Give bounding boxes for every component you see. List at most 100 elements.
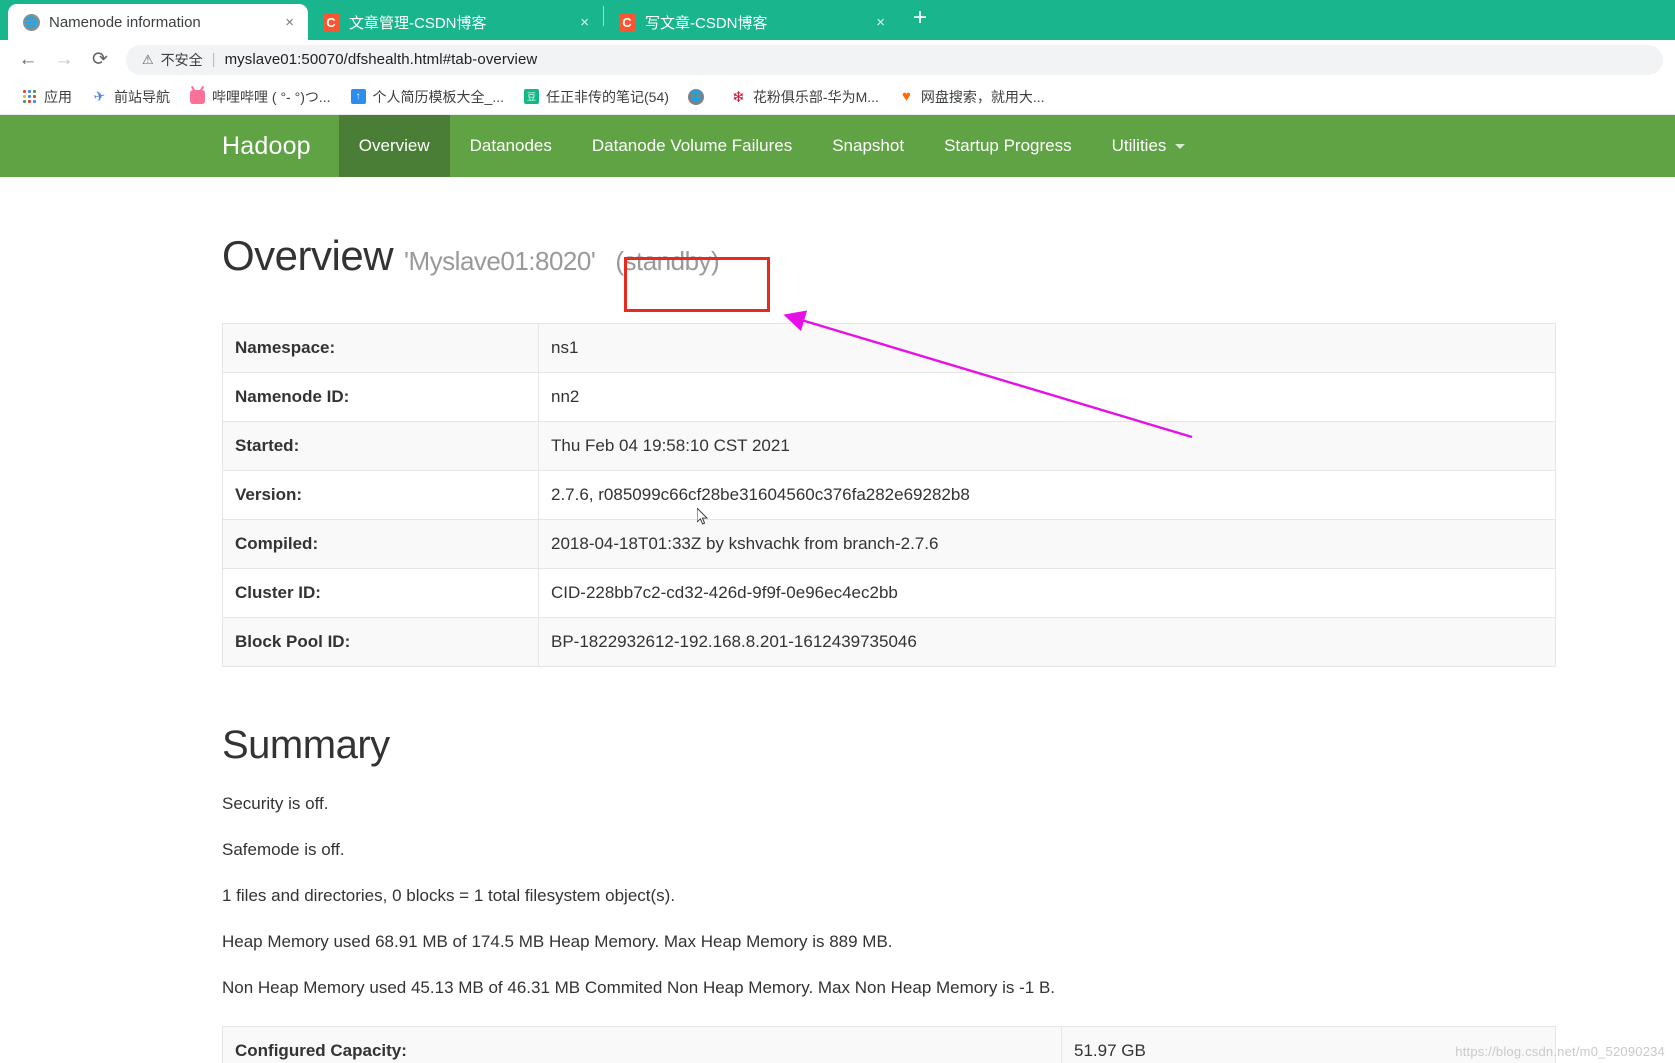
row-value: BP-1822932612-192.168.8.201-161243973504…	[538, 617, 1556, 667]
forward-icon[interactable]: →	[48, 44, 80, 76]
nav-tab-utilities[interactable]: Utilities	[1092, 115, 1206, 177]
table-row: Started: Thu Feb 04 19:58:10 CST 2021	[222, 421, 1556, 471]
nav-tab-startup-progress[interactable]: Startup Progress	[924, 115, 1092, 177]
globe-icon: 🌐	[688, 88, 705, 105]
summary-line: Safemode is off.	[222, 840, 345, 859]
douban-icon: 豆	[523, 88, 540, 105]
row-key: Version:	[222, 470, 539, 520]
nav-label: Overview	[358, 136, 430, 155]
bookmark-label: 网盘搜索，就用大...	[920, 88, 1045, 105]
bookmark-apps[interactable]: 应用	[14, 84, 79, 110]
hadoop-navbar: Hadoop Overview Datanodes Datanode Volum…	[0, 115, 1675, 177]
browser-tab-1[interactable]: C 文章管理-CSDN博客 ×	[308, 4, 603, 40]
huawei-icon: ❄	[732, 88, 745, 106]
back-icon[interactable]: ←	[12, 44, 44, 76]
bookmark-item-5[interactable]: 🌐	[681, 85, 718, 108]
csdn-icon: C	[618, 13, 636, 31]
overview-table: Namespace: ns1 Namenode ID: nn2 Started:…	[222, 323, 1556, 667]
warning-icon: ⚠	[142, 51, 154, 67]
globe-icon: 🌐	[22, 13, 40, 31]
reload-icon[interactable]: ⟳	[84, 44, 116, 76]
nav-tab-datanode-volume-failures[interactable]: Datanode Volume Failures	[572, 115, 812, 177]
bookmark-label: 哔哩哔哩 ( °- °)つ...	[212, 88, 331, 105]
row-value: 2.7.6, r085099c66cf28be31604560c376fa282…	[538, 470, 1556, 520]
status-badge: (standby)	[615, 246, 720, 276]
table-row: Compiled: 2018-04-18T01:33Z by kshvachk …	[222, 519, 1556, 569]
summary-line: Non Heap Memory used 45.13 MB of 46.31 M…	[222, 978, 1056, 997]
nav-tab-overview[interactable]: Overview	[338, 115, 450, 177]
bookmark-label: 任正非传的笔记(54)	[546, 88, 669, 105]
rocket-icon: ✈	[92, 87, 107, 105]
csdn-icon: C	[322, 13, 340, 31]
hadoop-brand[interactable]: Hadoop	[222, 115, 339, 177]
web-page: Hadoop Overview Datanodes Datanode Volum…	[0, 115, 1675, 1063]
bookmarks-bar: 应用 ✈ 前站导航 哔哩哔哩 ( °- °)つ... ↑ 个人简历模板大全_..…	[0, 79, 1675, 115]
security-status-label: 不安全	[160, 51, 203, 68]
page-content: Overview 'Myslave01:8020' (standby) Name…	[0, 232, 1675, 1063]
page-title: Overview 'Myslave01:8020' (standby)	[222, 232, 1453, 285]
nav-label: Datanode Volume Failures	[591, 136, 793, 155]
row-key: Namespace:	[222, 323, 539, 373]
bookmark-item-2[interactable]: 哔哩哔哩 ( °- °)つ...	[182, 84, 338, 110]
bookmark-item-6[interactable]: ❄ 花粉俱乐部-华为M...	[723, 84, 886, 110]
omnibox-separator: |	[211, 51, 216, 68]
nav-label: Snapshot	[832, 136, 905, 155]
bookmark-item-7[interactable]: ♥ 网盘搜索，就用大...	[891, 84, 1052, 110]
bookmark-item-3[interactable]: ↑ 个人简历模板大全_...	[343, 84, 511, 110]
page-title-text: Overview	[222, 232, 394, 279]
row-value: nn2	[538, 372, 1556, 422]
close-icon[interactable]: ×	[576, 15, 593, 30]
bookmark-item-1[interactable]: ✈ 前站导航	[84, 84, 177, 110]
browser-tab-0[interactable]: 🌐 Namenode information ×	[8, 4, 308, 40]
browser-tab-title: Namenode information	[49, 13, 201, 31]
address-bar[interactable]: ⚠ 不安全 | myslave01:50070/dfshealth.html#t…	[126, 44, 1663, 75]
bookmark-label: 个人简历模板大全_...	[372, 88, 504, 105]
browser-tab-2[interactable]: C 写文章-CSDN博客 ×	[604, 4, 899, 40]
new-tab-button[interactable]: +	[899, 6, 941, 34]
row-key: Configured Capacity:	[222, 1026, 1062, 1063]
nav-tab-snapshot[interactable]: Snapshot	[812, 115, 924, 177]
bookmark-label: 应用	[44, 88, 72, 105]
table-row: Namespace: ns1	[222, 323, 1556, 373]
summary-line: 1 files and directories, 0 blocks = 1 to…	[222, 886, 676, 905]
row-key: Block Pool ID:	[222, 617, 539, 667]
table-row: Block Pool ID: BP-1822932612-192.168.8.2…	[222, 617, 1556, 667]
namenode-host: 'Myslave01:8020'	[404, 246, 596, 276]
browser-toolbar: ← → ⟳ ⚠ 不安全 | myslave01:50070/dfshealth.…	[0, 40, 1675, 79]
nav-tab-datanodes[interactable]: Datanodes	[450, 115, 572, 177]
panbaidu-icon: ♥	[901, 88, 911, 105]
table-row: Version: 2.7.6, r085099c66cf28be31604560…	[222, 470, 1556, 520]
watermark: https://blog.csdn.net/m0_52090234	[1455, 1044, 1665, 1059]
bilibili-icon	[189, 88, 206, 105]
row-value: 2018-04-18T01:33Z by kshvachk from branc…	[538, 519, 1556, 569]
nav-label: Datanodes	[469, 136, 552, 155]
row-key: Started:	[222, 421, 539, 471]
url-text: myslave01:50070/dfshealth.html#tab-overv…	[224, 51, 538, 68]
nav-label: Utilities	[1111, 136, 1167, 155]
row-key: Cluster ID:	[222, 568, 539, 618]
close-icon[interactable]: ×	[872, 15, 889, 30]
browser-tab-bar: 🌐 Namenode information × C 文章管理-CSDN博客 ×…	[0, 0, 1675, 40]
browser-tab-title: 文章管理-CSDN博客	[349, 14, 487, 32]
close-icon[interactable]: ×	[281, 15, 298, 30]
bookmark-label: 前站导航	[114, 88, 170, 105]
nav-label: Startup Progress	[944, 136, 1072, 155]
row-key: Compiled:	[222, 519, 539, 569]
table-row: Configured Capacity: 51.97 GB	[222, 1026, 1556, 1063]
summary-line: Heap Memory used 68.91 MB of 174.5 MB He…	[222, 932, 893, 951]
bookmark-item-4[interactable]: 豆 任正非传的笔记(54)	[516, 84, 676, 110]
summary-table: Configured Capacity: 51.97 GB	[222, 1026, 1556, 1063]
chevron-down-icon	[1175, 143, 1186, 149]
row-value: CID-228bb7c2-cd32-426d-9f9f-0e96ec4ec2bb	[538, 568, 1556, 618]
row-value: Thu Feb 04 19:58:10 CST 2021	[538, 421, 1556, 471]
document-icon: ↑	[350, 88, 367, 105]
table-row: Cluster ID: CID-228bb7c2-cd32-426d-9f9f-…	[222, 568, 1556, 618]
summary-heading: Summary	[222, 723, 390, 767]
row-value: ns1	[538, 323, 1556, 373]
row-key: Namenode ID:	[222, 372, 539, 422]
browser-tab-title: 写文章-CSDN博客	[645, 14, 768, 32]
apps-grid-icon	[21, 88, 38, 105]
summary-line: Security is off.	[222, 794, 329, 813]
table-row: Namenode ID: nn2	[222, 372, 1556, 422]
bookmark-label: 花粉俱乐部-华为M...	[752, 88, 879, 105]
